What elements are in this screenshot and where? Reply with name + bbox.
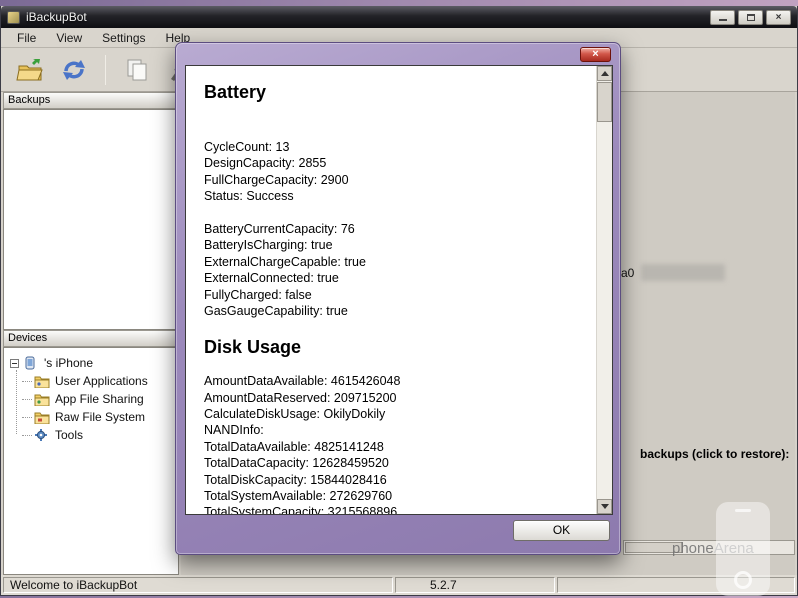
status-version: 5.2.7	[395, 577, 555, 593]
disk-usage-section: Disk Usage AmountDataAvailable: 46154260…	[204, 337, 587, 515]
close-icon: ×	[776, 12, 782, 23]
menu-file[interactable]: File	[7, 29, 46, 47]
scroll-down-button[interactable]	[597, 499, 612, 514]
info-line: ExternalConnected: true	[204, 270, 587, 286]
ok-button[interactable]: OK	[513, 520, 610, 541]
folder-icon	[34, 410, 51, 425]
info-line: AmountDataAvailable: 4615426048	[204, 373, 587, 389]
dialog-close-button[interactable]: ×	[580, 47, 611, 62]
watermark-text: phoneArena	[672, 540, 754, 557]
menu-view[interactable]: View	[46, 29, 92, 47]
scroll-up-button[interactable]	[597, 66, 612, 81]
dialog-text: Battery CycleCount: 13DesignCapacity: 28…	[186, 66, 595, 514]
info-line: FullChargeCapacity: 2900	[204, 172, 587, 188]
info-line: AmountDataReserved: 209715200	[204, 390, 587, 406]
tree-item-label: Tools	[55, 428, 83, 442]
info-dialog: × Battery CycleCount: 13DesignCapacity: …	[175, 42, 621, 555]
backups-list[interactable]	[3, 109, 179, 330]
battery-section: Battery CycleCount: 13DesignCapacity: 28…	[204, 82, 587, 319]
status-message: Welcome to iBackupBot	[3, 577, 393, 593]
arrow-down-icon	[601, 504, 609, 509]
app-icon	[7, 11, 20, 24]
copy-button[interactable]	[120, 53, 154, 87]
close-button[interactable]: ×	[766, 10, 791, 25]
redacted-serial-blur	[641, 264, 725, 281]
watermark-home-button	[734, 571, 752, 589]
refresh-button[interactable]	[57, 53, 91, 87]
tree-item-iphone[interactable]: 's iPhone	[4, 354, 178, 372]
status-bar: Welcome to iBackupBot 5.2.7	[1, 575, 797, 595]
info-line: TotalDataAvailable: 4825141248	[204, 439, 587, 455]
dialog-content: Battery CycleCount: 13DesignCapacity: 28…	[185, 65, 613, 515]
window-title: iBackupBot	[26, 10, 87, 24]
info-line: TotalDiskCapacity: 15844028416	[204, 472, 587, 488]
devices-tree-area: 's iPhone User Applications App File Sha…	[3, 347, 179, 575]
watermark-speaker	[735, 509, 751, 512]
info-line: FullyCharged: false	[204, 287, 587, 303]
battery-lines: CycleCount: 13DesignCapacity: 2855FullCh…	[204, 139, 587, 319]
device-tree: 's iPhone User Applications App File Sha…	[4, 354, 178, 444]
info-line	[204, 205, 587, 221]
tree-item-label: User Applications	[55, 374, 148, 388]
folder-icon	[34, 392, 51, 407]
info-line: BatteryCurrentCapacity: 76	[204, 221, 587, 237]
tree-item-label: App File Sharing	[55, 392, 144, 406]
tree-item-raw-file-system[interactable]: Raw File System	[4, 408, 178, 426]
tree-guide-line	[16, 370, 17, 434]
devices-panel-header: Devices	[3, 330, 179, 347]
section-heading: Battery	[204, 82, 587, 103]
scrollbar-thumb[interactable]	[597, 82, 612, 122]
tree-connector	[22, 417, 32, 418]
tree-item-label: Raw File System	[55, 410, 145, 424]
tree-item-label: 's iPhone	[44, 356, 93, 370]
open-folder-icon	[16, 57, 44, 83]
folder-icon	[34, 374, 51, 389]
devices-panel-label: Devices	[8, 332, 47, 344]
info-line: TotalDataCapacity: 12628459520	[204, 455, 587, 471]
minimize-button[interactable]	[710, 10, 735, 25]
dialog-scrollbar[interactable]	[596, 66, 612, 514]
restore-hint-text: backups (click to restore):	[640, 447, 789, 461]
tree-item-user-applications[interactable]: User Applications	[4, 372, 178, 390]
info-line: TotalSystemCapacity: 3215568896	[204, 504, 587, 515]
info-line: CycleCount: 13	[204, 139, 587, 155]
tree-connector	[22, 399, 32, 400]
tree-connector	[22, 435, 32, 436]
maximize-icon	[747, 14, 755, 21]
tree-connector	[22, 381, 32, 382]
tools-icon	[34, 428, 51, 443]
info-line: ExternalChargeCapable: true	[204, 254, 587, 270]
info-line: GasGaugeCapability: true	[204, 303, 587, 319]
disk-usage-lines: AmountDataAvailable: 4615426048AmountDat…	[204, 373, 587, 515]
minimize-icon	[719, 19, 727, 21]
toolbar-separator	[105, 55, 106, 85]
info-line: NANDInfo:	[204, 422, 587, 438]
backups-panel-header: Backups	[3, 92, 179, 109]
maximize-button[interactable]	[738, 10, 763, 25]
title-bar: iBackupBot ×	[1, 6, 797, 28]
refresh-icon	[61, 57, 87, 83]
iphone-device-icon	[23, 356, 40, 371]
tree-item-app-file-sharing[interactable]: App File Sharing	[4, 390, 178, 408]
info-line: CalculateDiskUsage: OkilyDokily	[204, 406, 587, 422]
backups-panel-label: Backups	[8, 94, 50, 106]
tree-item-tools[interactable]: Tools	[4, 426, 178, 444]
arrow-up-icon	[601, 71, 609, 76]
close-icon: ×	[592, 48, 598, 60]
open-button[interactable]	[13, 53, 47, 87]
info-line: Status: Success	[204, 188, 587, 204]
collapse-icon[interactable]	[10, 359, 19, 368]
info-line: DesignCapacity: 2855	[204, 155, 587, 171]
device-serial-fragment: a0	[621, 266, 634, 280]
copy-icon	[124, 57, 150, 83]
section-heading: Disk Usage	[204, 337, 587, 358]
info-line: BatteryIsCharging: true	[204, 237, 587, 253]
menu-settings[interactable]: Settings	[92, 29, 155, 47]
info-line: TotalSystemAvailable: 272629760	[204, 488, 587, 504]
